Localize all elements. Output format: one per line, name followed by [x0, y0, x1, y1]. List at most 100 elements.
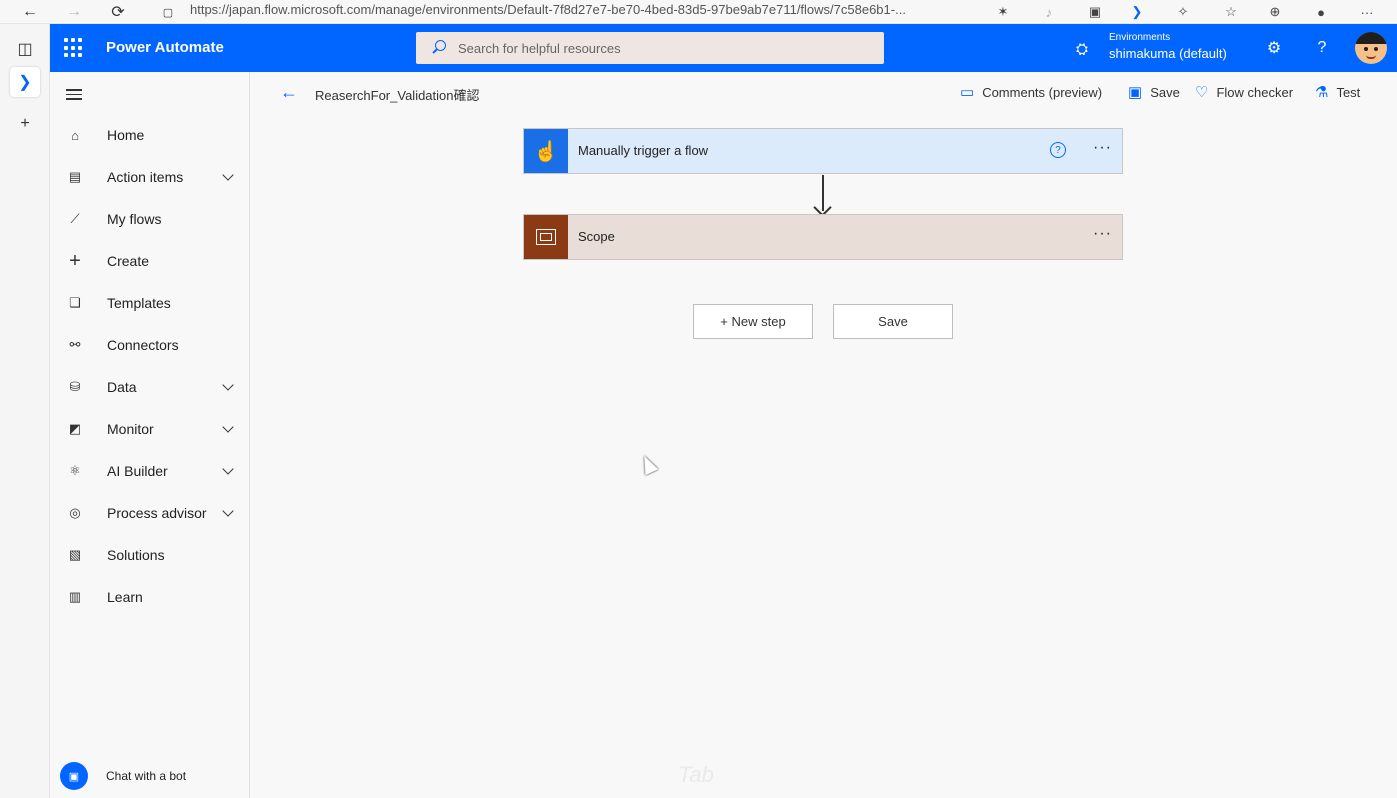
save-command-button[interactable]: ▣ Save [1128, 83, 1180, 101]
refresh-icon[interactable]: ⟳ [106, 0, 130, 24]
nav-item-templates[interactable]: ❏ Templates [50, 282, 250, 324]
comments-label: Comments (preview) [982, 84, 1103, 100]
power-automate-extension-icon[interactable]: ❯ [1126, 2, 1148, 22]
tab-watermark: Tab [678, 762, 714, 787]
nav-item-connectors[interactable]: ⚯ Connectors [50, 324, 250, 366]
nav-item-process-advisor[interactable]: ◎ Process advisor [50, 492, 250, 534]
chat-with-bot-label: Chat with a bot [106, 769, 187, 783]
chevron-down-icon[interactable] [222, 381, 234, 393]
trigger-card[interactable]: ☝ Manually trigger a flow ? ··· [523, 128, 1123, 174]
tracking-icon[interactable]: ✶ [992, 2, 1014, 22]
touch-trigger-icon: ☝ [524, 129, 568, 173]
extension-icon[interactable]: ▣ [1084, 2, 1106, 22]
new-step-button[interactable]: + New step [693, 304, 813, 339]
chevron-down-icon[interactable] [222, 423, 234, 435]
test-button[interactable]: ⚗ Test [1315, 83, 1360, 101]
environment-name[interactable]: shimakuma (default) [1109, 46, 1227, 61]
avatar-eye-right [1374, 47, 1378, 51]
search-icon [430, 39, 448, 57]
nav-item-label: Templates [107, 295, 171, 311]
flows-icon: ⟋ [70, 211, 80, 226]
connector-arrow-icon [822, 175, 824, 211]
test-label: Test [1336, 84, 1361, 100]
nav-item-monitor[interactable]: ◩ Monitor [50, 408, 250, 450]
environments-label[interactable]: Environments [1109, 32, 1170, 43]
plus-icon: + [69, 249, 81, 272]
nav-item-label: Monitor [107, 421, 154, 437]
templates-icon: ❏ [69, 295, 81, 310]
add-icon[interactable]: + [10, 109, 40, 139]
search-input[interactable] [458, 40, 858, 56]
forward-arrow-icon[interactable]: → [62, 0, 86, 24]
chevron-down-icon[interactable] [222, 465, 234, 477]
chevron-down-icon[interactable] [222, 507, 234, 519]
avatar-hair [1355, 32, 1387, 44]
favorites-icon[interactable]: ☆ [1220, 2, 1242, 22]
nav-item-label: My flows [107, 211, 162, 227]
more-options-icon[interactable]: ··· [1093, 225, 1112, 243]
app-title[interactable]: Power Automate [106, 39, 224, 56]
nav-item-action-items[interactable]: ▤ Action items [50, 156, 250, 198]
connectors-icon: ⚯ [69, 337, 81, 352]
chat-with-bot-button[interactable]: ▣ Chat with a bot [60, 762, 186, 790]
book-icon: ▥ [68, 589, 82, 604]
help-circle-icon[interactable]: ? [1050, 142, 1066, 158]
flow-checker-button[interactable]: ♡ Flow checker [1195, 83, 1293, 101]
nav-item-label: Data [107, 379, 137, 395]
nav-item-ai-builder[interactable]: ⚛ AI Builder [50, 450, 250, 492]
read-aloud-icon[interactable]: ♪ [1038, 2, 1060, 22]
comment-icon: ▭ [960, 84, 975, 101]
environment-icon[interactable]: ⛭ [1076, 41, 1088, 58]
command-bar: ← ReaserchFor_Validation確認 ▭ Comments (p… [250, 72, 1397, 112]
nav-item-home[interactable]: ⌂ Home [50, 114, 250, 156]
back-arrow-icon[interactable]: ← [18, 0, 42, 24]
search-box[interactable] [416, 32, 884, 64]
database-icon: ⛁ [69, 379, 81, 394]
nav-item-solutions[interactable]: ▧ Solutions [50, 534, 250, 576]
profile-icon[interactable]: ● [1310, 2, 1332, 22]
app-header: Power Automate ⛭ Environments shimakuma … [50, 24, 1397, 72]
scope-icon [524, 215, 568, 259]
home-icon: ⌂ [71, 127, 79, 143]
save-icon: ▣ [1128, 84, 1143, 101]
edge-sidebar: ◫ ❯ + [0, 24, 50, 798]
power-automate-sidebar-icon[interactable]: ❯ [10, 67, 40, 97]
back-arrow-icon[interactable]: ← [280, 82, 298, 103]
more-icon[interactable]: ··· [1356, 2, 1378, 22]
stethoscope-icon: ♡ [1195, 84, 1209, 101]
flow-name: ReaserchFor_Validation確認 [315, 88, 480, 103]
scope-title: Scope [578, 229, 615, 244]
avatar[interactable] [1355, 32, 1387, 64]
hamburger-menu-icon[interactable] [66, 89, 82, 101]
comments-button[interactable]: ▭ Comments (preview) [960, 83, 1102, 101]
puzzle-icon[interactable]: ✧ [1172, 2, 1194, 22]
save-command-label: Save [1150, 84, 1180, 100]
mouse-cursor-icon [637, 452, 659, 476]
address-bar[interactable]: https://japan.flow.microsoft.com/manage/… [190, 2, 906, 17]
nav-item-data[interactable]: ⛁ Data [50, 366, 250, 408]
flask-icon: ⚗ [1315, 84, 1329, 101]
avatar-mouth [1366, 55, 1376, 59]
nav-item-label: Process advisor [107, 505, 207, 521]
save-button[interactable]: Save [833, 304, 953, 339]
more-options-icon[interactable]: ··· [1093, 139, 1112, 157]
app-launcher-icon[interactable] [64, 38, 84, 58]
nav-item-label: AI Builder [107, 463, 168, 479]
left-navigation: ⌂ Home ▤ Action items ⟋ My flows + Creat… [50, 72, 250, 798]
tabs-icon[interactable]: ◫ [10, 34, 40, 64]
nav-item-my-flows[interactable]: ⟋ My flows [50, 198, 250, 240]
chevron-down-icon[interactable] [222, 171, 234, 183]
chat-bot-icon: ▣ [60, 762, 88, 790]
nav-item-create[interactable]: + Create [50, 240, 250, 282]
monitor-icon: ◩ [68, 421, 82, 436]
clipboard-icon: ▤ [68, 169, 82, 184]
nav-item-label: Connectors [107, 337, 179, 353]
help-icon[interactable]: ? [1311, 37, 1333, 59]
scope-card[interactable]: Scope ··· [523, 214, 1123, 260]
browser-toolbar: ← → ⟳ ▢ https://japan.flow.microsoft.com… [0, 0, 1397, 24]
nav-item-learn[interactable]: ▥ Learn [50, 576, 250, 618]
collections-icon[interactable]: ⊕ [1264, 2, 1286, 22]
nav-item-label: Home [107, 127, 145, 143]
nav-item-label: Create [107, 253, 150, 269]
settings-gear-icon[interactable]: ⚙ [1263, 37, 1285, 59]
